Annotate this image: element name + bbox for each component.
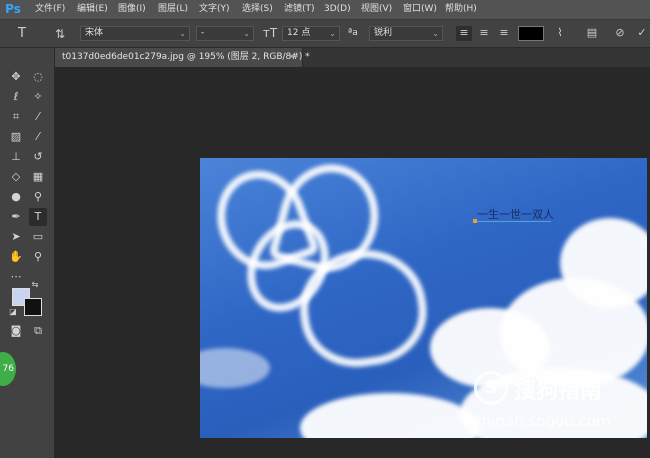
align-left-icon[interactable]: ≡	[456, 26, 472, 41]
character-panel-icon[interactable]: ▤	[584, 26, 600, 40]
lasso-tool-icon[interactable]: ℓ	[7, 88, 25, 106]
menu-select[interactable]: 选择(S)	[242, 0, 273, 19]
document-tab[interactable]: t0137d0ed6de01c279a.jpg @ 195% (图层 2, RG…	[55, 48, 310, 67]
chevron-down-icon: ⌄	[432, 29, 439, 38]
sogou-logo-icon: S	[474, 371, 508, 405]
ellipse-marquee-icon[interactable]: ◌	[29, 68, 47, 86]
type-tool-icon[interactable]: T	[29, 208, 47, 226]
magic-wand-icon[interactable]: ✧	[29, 88, 47, 106]
text-color-swatch[interactable]	[518, 26, 544, 41]
document-tab-title: t0137d0ed6de01c279a.jpg @ 195% (图层 2, RG…	[62, 52, 310, 62]
font-size-icon: ᴛT	[262, 26, 278, 40]
font-style-value: -	[201, 28, 205, 38]
hand-tool-icon[interactable]: ✋	[7, 248, 25, 266]
clone-stamp-icon[interactable]: ⊥	[7, 148, 25, 166]
font-size-value: 12 点	[287, 28, 311, 38]
type-tool-icon[interactable]: T	[14, 27, 30, 41]
toggle-orientation-icon[interactable]: ⇅	[52, 27, 68, 41]
blur-tool-icon[interactable]: ●	[7, 188, 25, 206]
crop-tool-icon[interactable]: ⌗	[7, 108, 25, 126]
warp-text-icon[interactable]: ⌇	[552, 26, 568, 40]
healing-brush-icon[interactable]: ▨	[7, 128, 25, 146]
menu-bar: Ps 文件(F) 编辑(E) 图像(I) 图层(L) 文字(Y) 选择(S) 滤…	[0, 0, 650, 20]
font-style-select[interactable]: - ⌄	[196, 26, 254, 41]
cloud-puff	[300, 393, 480, 438]
menu-file[interactable]: 文件(F)	[35, 0, 65, 19]
font-family-value: 宋体	[85, 28, 104, 38]
eraser-tool-icon[interactable]: ◇	[7, 168, 25, 186]
rectangle-tool-icon[interactable]: ▭	[29, 228, 47, 246]
move-tool-icon[interactable]: ✥	[7, 68, 25, 86]
toolbox: ✥ ◌ ℓ ✧ ⌗ ⁄ ▨ ⁄ ⊥ ↺ ◇ ▦ ● ⚲ ✒ T ➤ ▭ ✋ ⚲ …	[0, 48, 55, 458]
swap-colors-icon[interactable]: ⇆	[30, 280, 40, 290]
path-selection-icon[interactable]: ➤	[7, 228, 25, 246]
menu-image[interactable]: 图像(I)	[118, 0, 146, 19]
cancel-icon[interactable]: ⊘	[612, 26, 628, 40]
close-icon[interactable]: ×	[288, 48, 296, 67]
document-tab-bar: t0137d0ed6de01c279a.jpg @ 195% (图层 2, RG…	[55, 48, 650, 67]
canvas-text-layer[interactable]: 一生一世一双人	[477, 206, 554, 222]
antialias-value: 锐利	[374, 28, 393, 38]
align-center-icon[interactable]: ≡	[476, 26, 492, 40]
menu-edit[interactable]: 编辑(E)	[77, 0, 108, 19]
menu-window[interactable]: 窗口(W)	[403, 0, 437, 19]
chevron-down-icon: ⌄	[179, 29, 186, 38]
menu-layer[interactable]: 图层(L)	[158, 0, 188, 19]
chevron-down-icon: ⌄	[243, 29, 250, 38]
zoom-tool-icon[interactable]: ⚲	[29, 248, 47, 266]
history-brush-icon[interactable]: ↺	[29, 148, 47, 166]
background-color-swatch[interactable]	[24, 298, 42, 316]
screen-mode-icon[interactable]: ⧉	[29, 322, 47, 340]
quick-mask-icon[interactable]: ◙	[7, 322, 25, 340]
menu-view[interactable]: 视图(V)	[361, 0, 392, 19]
text-anchor-point[interactable]	[473, 219, 477, 223]
chevron-down-icon: ⌄	[329, 29, 336, 38]
watermark-text: 搜狗指南	[514, 379, 603, 404]
watermark-url: zhinan.sogou.com	[474, 412, 611, 430]
app-logo: Ps	[5, 2, 21, 16]
more-tools-icon[interactable]: ⋯	[7, 268, 25, 286]
dodge-tool-icon[interactable]: ⚲	[29, 188, 47, 206]
pen-tool-icon[interactable]: ✒	[7, 208, 25, 226]
commit-check-icon[interactable]: ✓	[634, 26, 650, 40]
eyedropper-icon[interactable]: ⁄	[29, 108, 47, 126]
menu-3d[interactable]: 3D(D)	[324, 0, 351, 19]
antialias-select[interactable]: 锐利 ⌄	[369, 26, 443, 41]
font-size-select[interactable]: 12 点 ⌄	[282, 26, 340, 41]
text-baseline	[475, 221, 551, 222]
brush-tool-icon[interactable]: ⁄	[29, 128, 47, 146]
font-family-select[interactable]: 宋体 ⌄	[80, 26, 190, 41]
menu-help[interactable]: 帮助(H)	[445, 0, 477, 19]
antialias-icon: ªa	[348, 28, 358, 38]
default-colors-icon[interactable]: ◪	[8, 307, 18, 317]
gradient-tool-icon[interactable]: ▦	[29, 168, 47, 186]
menu-type[interactable]: 文字(Y)	[199, 0, 230, 19]
align-right-icon[interactable]: ≡	[496, 26, 512, 40]
cloud-puff	[200, 348, 270, 388]
options-bar: T ⇅ 宋体 ⌄ - ⌄ ᴛT 12 点 ⌄ ªa 锐利 ⌄ ≡ ≡ ≡ ⌇ ▤…	[0, 20, 650, 48]
menu-filter[interactable]: 滤镜(T)	[284, 0, 315, 19]
